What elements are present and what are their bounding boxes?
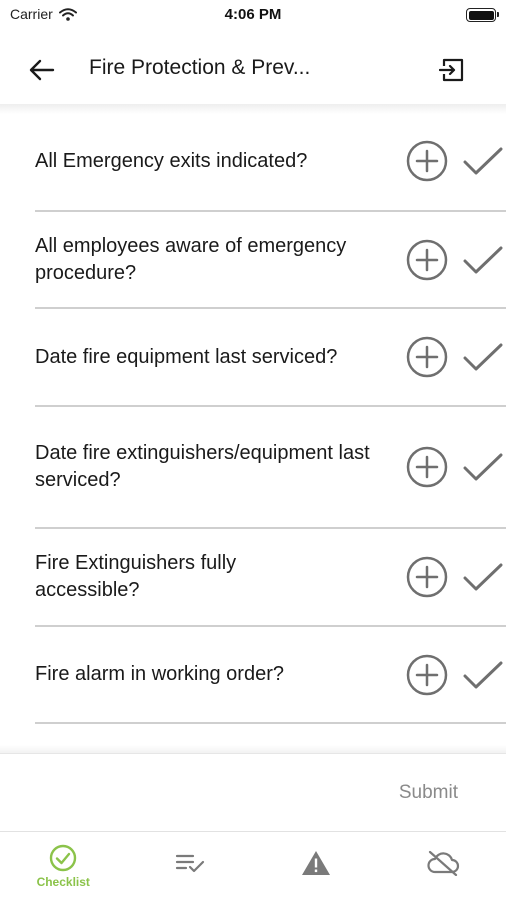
check-icon [463, 246, 503, 273]
app-header: Fire Protection & Prev... [0, 34, 506, 104]
checklist-item-actions [405, 653, 505, 697]
checklist-item-actions [405, 139, 505, 183]
add-button[interactable] [405, 238, 449, 282]
exit-button[interactable] [434, 52, 470, 88]
tab-bar: Checklist [0, 831, 506, 900]
check-button[interactable] [461, 445, 505, 489]
add-button[interactable] [405, 445, 449, 489]
add-button[interactable] [405, 335, 449, 379]
clock: 4:06 PM [224, 6, 282, 23]
plus-circle-icon [406, 654, 448, 695]
cloud-off-icon [427, 850, 459, 876]
checklist-item-label: Fire Extinguishers fully accessible? [35, 552, 237, 601]
checklist-item-actions [405, 445, 505, 489]
checklist-item-label: Fire alarm in working order? [35, 663, 284, 685]
check-icon [463, 453, 503, 481]
checklist: All Emergency exits indicated? All emplo… [35, 112, 506, 724]
checklist-item: All employees aware of emergency procedu… [35, 212, 506, 309]
exit-icon [439, 58, 464, 82]
tab-sync[interactable] [380, 832, 506, 900]
check-icon [463, 147, 503, 175]
battery-icon [466, 8, 499, 22]
check-button[interactable] [461, 238, 505, 282]
plus-circle-icon [406, 239, 448, 280]
checklist-item-label: All employees aware of emergency procedu… [35, 234, 347, 284]
checklist-item: Date fire equipment last serviced? [35, 309, 506, 407]
checklist-item-label: Date fire extinguishers/equipment last s… [35, 442, 370, 491]
checklist-item: Date fire extinguishers/equipment last s… [35, 407, 506, 529]
warning-icon [302, 851, 331, 875]
tab-hazards[interactable] [253, 832, 380, 900]
checklist-item-actions [405, 555, 505, 599]
check-circle-icon [50, 844, 77, 872]
checklist-item-actions [405, 335, 505, 379]
plus-circle-icon [406, 556, 448, 598]
tab-tasks[interactable] [127, 832, 254, 900]
check-button[interactable] [461, 335, 505, 379]
submit-button[interactable]: Submit [399, 782, 458, 804]
check-button[interactable] [461, 555, 505, 599]
arrow-left-icon [29, 59, 55, 81]
checklist-item-label: Date fire equipment last serviced? [35, 345, 338, 368]
status-bar: Carrier 4:06 PM [0, 0, 506, 30]
back-button[interactable] [24, 52, 60, 88]
add-button[interactable] [405, 653, 449, 697]
checklist-item-label: All Emergency exits indicated? [35, 149, 308, 172]
plus-circle-icon [406, 336, 448, 378]
footer-divider [0, 745, 506, 753]
list-check-icon [175, 854, 204, 873]
add-button[interactable] [405, 139, 449, 183]
plus-circle-icon [406, 446, 448, 488]
submit-bar: Submit [0, 753, 506, 831]
check-icon [463, 563, 503, 591]
add-button[interactable] [405, 555, 449, 599]
tab-checklist[interactable]: Checklist [0, 832, 127, 900]
checklist-item: Fire Extinguishers fully accessible? [35, 529, 506, 627]
check-icon [463, 661, 503, 688]
check-button[interactable] [461, 653, 505, 697]
check-icon [463, 343, 503, 371]
page-title: Fire Protection & Prev... [89, 56, 311, 79]
tab-checklist-label: Checklist [36, 875, 90, 889]
checklist-item: All Emergency exits indicated? [35, 112, 506, 212]
checklist-item: Fire alarm in working order? [35, 627, 506, 724]
plus-circle-icon [406, 140, 448, 182]
checklist-item-actions [405, 238, 505, 282]
check-button[interactable] [461, 139, 505, 183]
